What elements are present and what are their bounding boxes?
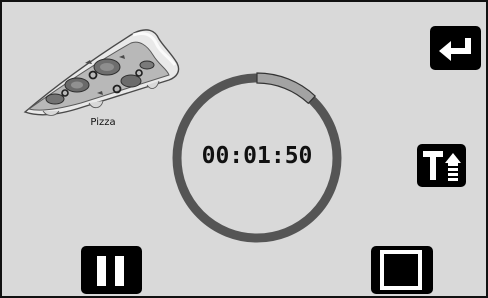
stop-icon (380, 250, 422, 290)
timer-countdown: 00:01:50 (201, 143, 313, 169)
pause-button[interactable] (81, 246, 142, 294)
timer-progress-arc (256, 72, 317, 105)
recipe-name-label: Pizza (90, 117, 116, 128)
pizza-slice-image (23, 29, 180, 116)
pause-icon (97, 256, 124, 286)
stop-button[interactable] (371, 246, 433, 294)
back-button[interactable] (430, 26, 481, 70)
cooking-timer-screen: Pizza 00:01:50 (0, 0, 488, 298)
return-arrow-icon (439, 38, 471, 61)
text-size-up-icon (423, 151, 461, 181)
text-size-button[interactable] (417, 144, 466, 187)
